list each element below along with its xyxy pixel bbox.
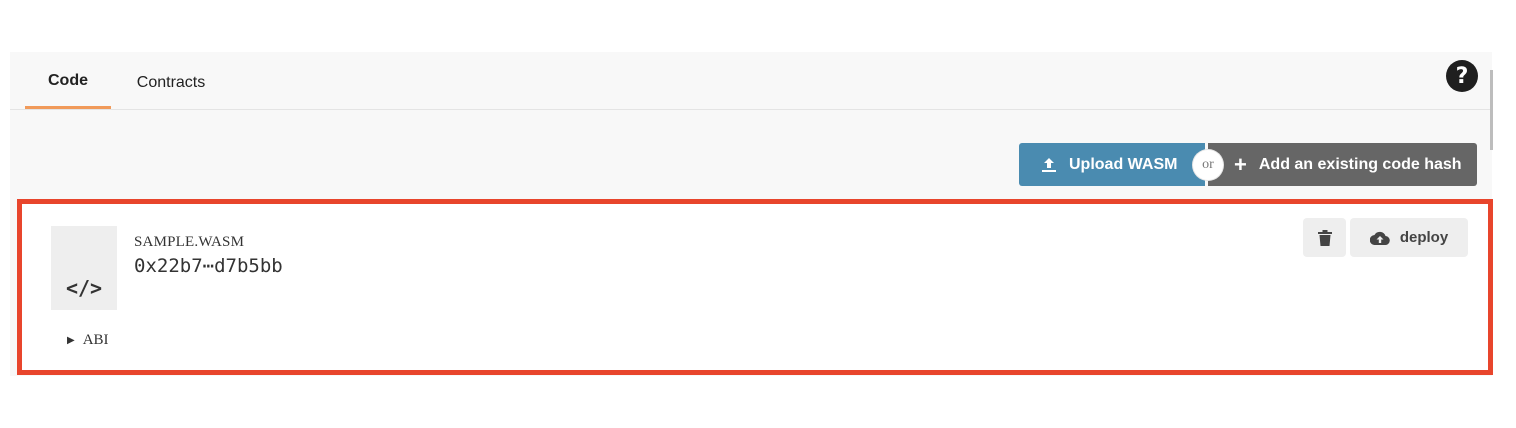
plus-icon: + <box>1234 151 1247 177</box>
delete-button[interactable] <box>1303 218 1346 257</box>
code-hash: 0x22b7⋯d7b5bb <box>134 255 283 277</box>
deploy-button[interactable]: deploy <box>1350 218 1468 257</box>
add-existing-code-hash-button[interactable]: + Add an existing code hash <box>1208 143 1477 186</box>
caret-right-icon: ▶ <box>67 335 75 346</box>
code-file-icon: </> <box>51 226 117 310</box>
upload-icon <box>1041 157 1057 173</box>
cloud-upload-icon <box>1369 231 1390 245</box>
tab-bar: Code Contracts ? <box>10 52 1493 150</box>
deploy-label: deploy <box>1399 229 1449 246</box>
code-card: </> SAMPLE.WASM 0x22b7⋯d7b5bb ▶ ABI depl… <box>17 199 1493 375</box>
question-circle-icon[interactable]: ? <box>1446 60 1478 92</box>
or-separator: or <box>1193 150 1223 180</box>
scrollbar[interactable] <box>1490 70 1493 150</box>
tab-contracts[interactable]: Contracts <box>125 52 217 110</box>
code-name: SAMPLE.WASM <box>134 234 245 250</box>
abi-label: ABI <box>82 332 109 348</box>
upload-wasm-button[interactable]: Upload WASM <box>1019 143 1205 186</box>
abi-toggle[interactable]: ▶ ABI <box>67 332 109 349</box>
add-existing-code-hash-label: Add an existing code hash <box>1258 155 1462 173</box>
tab-code[interactable]: Code <box>25 52 111 109</box>
upload-wasm-label: Upload WASM <box>1069 155 1178 173</box>
trash-icon <box>1317 229 1332 246</box>
